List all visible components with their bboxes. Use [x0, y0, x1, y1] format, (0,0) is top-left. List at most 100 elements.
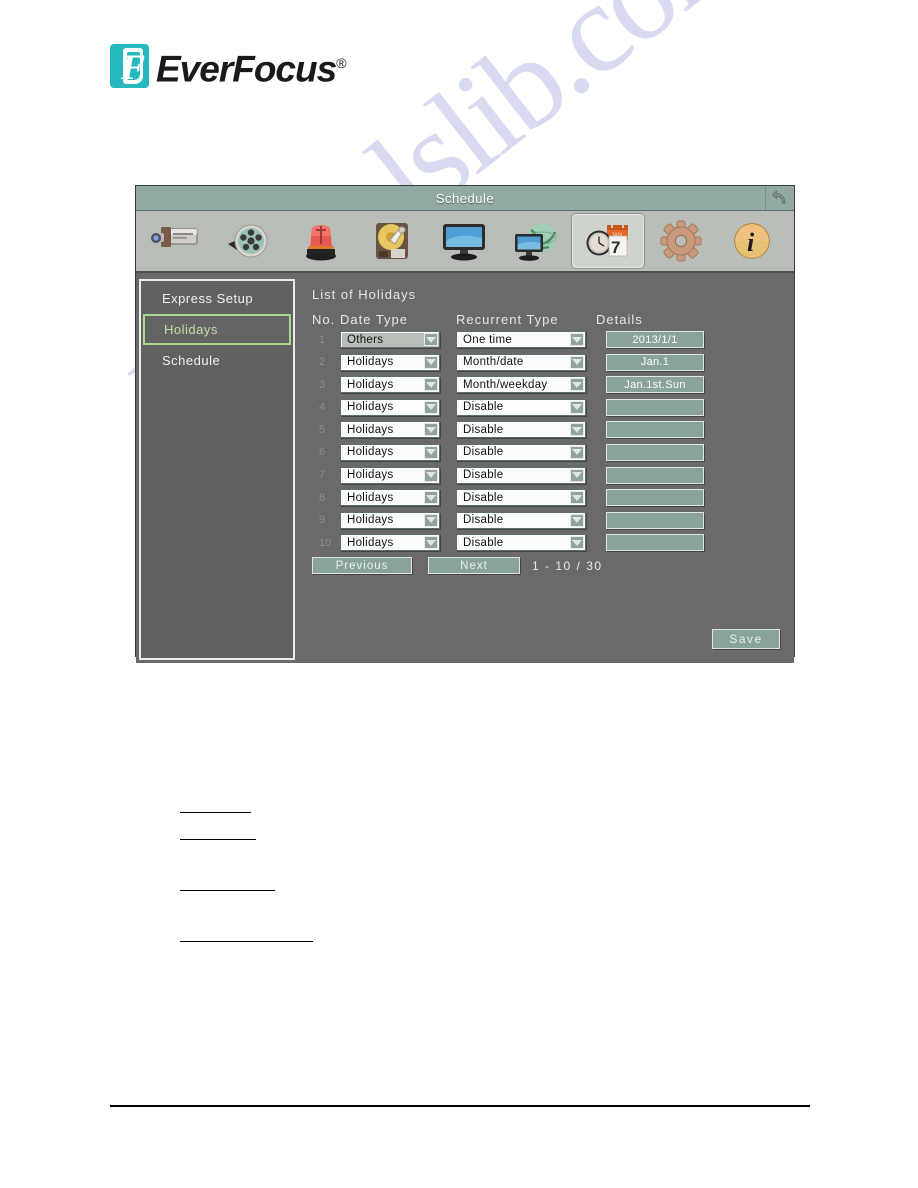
- table-row: 10 Holidays Disable: [312, 533, 794, 552]
- date-type-select[interactable]: Holidays: [340, 443, 440, 461]
- chevron-down-icon[interactable]: [570, 355, 584, 369]
- chevron-down-icon[interactable]: [424, 378, 438, 392]
- module-toolbar: JAN 7: [136, 211, 794, 273]
- chevron-down-icon[interactable]: [424, 445, 438, 459]
- details-button[interactable]: [606, 398, 704, 416]
- recurrent-type-value: Disable: [463, 446, 504, 459]
- recurrent-type-select[interactable]: Disable: [456, 421, 586, 439]
- recurrent-type-select[interactable]: One time: [456, 331, 586, 348]
- recurrent-type-select[interactable]: Disable: [456, 398, 586, 416]
- everfocus-logo: F EverFocus®: [110, 44, 347, 90]
- chevron-down-icon[interactable]: [570, 400, 584, 414]
- chevron-down-icon[interactable]: [424, 333, 438, 346]
- chevron-down-icon[interactable]: [424, 536, 438, 550]
- recurrent-type-select[interactable]: Month/date: [456, 353, 586, 371]
- details-button[interactable]: [606, 443, 704, 461]
- toolbar-item-system[interactable]: [645, 213, 717, 269]
- toolbar-item-disk[interactable]: [357, 213, 429, 269]
- date-type-select[interactable]: Others: [340, 331, 440, 348]
- row-number: 5: [319, 423, 326, 436]
- chevron-down-icon[interactable]: [570, 445, 584, 459]
- chevron-down-icon[interactable]: [570, 468, 584, 482]
- details-button[interactable]: Jan.1st.Sun: [606, 376, 704, 394]
- toolbar-item-display[interactable]: [428, 213, 500, 269]
- info-icon: i: [730, 219, 774, 263]
- recurrent-type-select[interactable]: Disable: [456, 511, 586, 529]
- chevron-down-icon[interactable]: [424, 468, 438, 482]
- toolbar-item-schedule[interactable]: JAN 7: [571, 213, 645, 269]
- details-button[interactable]: [606, 534, 704, 552]
- recurrent-type-value: Disable: [463, 536, 504, 549]
- column-header-recurrent-type: Recurrent Type: [456, 312, 559, 327]
- chevron-down-icon[interactable]: [570, 423, 584, 437]
- recurrent-type-select[interactable]: Disable: [456, 443, 586, 461]
- chevron-down-icon[interactable]: [424, 400, 438, 414]
- table-row: 7 Holidays Disable: [312, 466, 794, 485]
- recurrent-type-value: Month/weekday: [463, 378, 548, 391]
- recurrent-type-select[interactable]: Month/weekday: [456, 376, 586, 394]
- details-button[interactable]: [606, 489, 704, 507]
- sidebar-item-express-setup[interactable]: Express Setup: [143, 284, 291, 313]
- registered-mark: ®: [336, 55, 346, 71]
- chevron-down-icon[interactable]: [424, 513, 438, 527]
- date-type-select[interactable]: Holidays: [340, 466, 440, 484]
- window-titlebar: Schedule: [136, 186, 794, 211]
- recurrent-type-select[interactable]: Disable: [456, 466, 586, 484]
- toolbar-item-record[interactable]: [214, 213, 286, 269]
- recurrent-type-value: Disable: [463, 401, 504, 414]
- save-button[interactable]: Save: [712, 629, 780, 649]
- alarm-light-icon: [299, 219, 343, 263]
- column-header-no: No.: [312, 312, 336, 327]
- chevron-down-icon[interactable]: [570, 513, 584, 527]
- recurrent-type-value: Disable: [463, 491, 504, 504]
- chevron-down-icon[interactable]: [570, 536, 584, 550]
- column-header-date-type: Date Type: [340, 312, 409, 327]
- table-row: 5 Holidays Disable: [312, 420, 794, 439]
- date-type-select[interactable]: Holidays: [340, 534, 440, 552]
- sidebar-item-holidays[interactable]: Holidays: [143, 314, 291, 345]
- sidebar-item-label: Schedule: [162, 353, 221, 368]
- holidays-panel: List of Holidays No. Date Type Recurrent…: [295, 279, 794, 663]
- chevron-down-icon[interactable]: [570, 333, 584, 346]
- details-button[interactable]: [606, 511, 704, 529]
- toolbar-item-alarm[interactable]: [285, 213, 357, 269]
- gear-icon: [659, 219, 703, 263]
- chevron-down-icon[interactable]: [424, 355, 438, 369]
- previous-button[interactable]: Previous: [312, 557, 412, 575]
- sidebar-item-schedule[interactable]: Schedule: [143, 346, 291, 375]
- footer-rule: [110, 1105, 810, 1107]
- details-button[interactable]: [606, 421, 704, 439]
- recurrent-type-select[interactable]: Disable: [456, 534, 586, 552]
- chevron-down-icon[interactable]: [570, 378, 584, 392]
- film-reel-icon: [223, 220, 275, 262]
- date-type-select[interactable]: Holidays: [340, 353, 440, 371]
- sidebar-item-label: Express Setup: [162, 291, 254, 306]
- details-button[interactable]: 2013/1/1: [606, 331, 704, 348]
- table-row: 4 Holidays Disable: [312, 398, 794, 417]
- date-type-select[interactable]: Holidays: [340, 398, 440, 416]
- details-value: 2013/1/1: [632, 333, 678, 346]
- settings-sidebar: Express Setup Holidays Schedule: [139, 279, 295, 660]
- chevron-down-icon[interactable]: [570, 491, 584, 505]
- network-globe-icon: [511, 220, 561, 262]
- recurrent-type-select[interactable]: Disable: [456, 489, 586, 507]
- recurrent-type-value: Month/date: [463, 356, 524, 369]
- back-arrow-icon[interactable]: [765, 186, 794, 210]
- row-number: 7: [319, 469, 326, 482]
- table-row: 8 Holidays Disable: [312, 488, 794, 507]
- toolbar-item-network[interactable]: [500, 213, 572, 269]
- camera-icon: [149, 220, 207, 262]
- date-type-select[interactable]: Holidays: [340, 511, 440, 529]
- chevron-down-icon[interactable]: [424, 423, 438, 437]
- details-button[interactable]: [606, 466, 704, 484]
- toolbar-item-information[interactable]: i: [717, 213, 789, 269]
- date-type-select[interactable]: Holidays: [340, 489, 440, 507]
- details-button[interactable]: Jan.1: [606, 353, 704, 371]
- next-button[interactable]: Next: [428, 557, 520, 575]
- brand-name-text: EverFocus: [156, 48, 337, 90]
- chevron-down-icon[interactable]: [424, 491, 438, 505]
- date-type-select[interactable]: Holidays: [340, 421, 440, 439]
- toolbar-item-camera[interactable]: [142, 213, 214, 269]
- date-type-select[interactable]: Holidays: [340, 376, 440, 394]
- row-number: 3: [319, 378, 326, 391]
